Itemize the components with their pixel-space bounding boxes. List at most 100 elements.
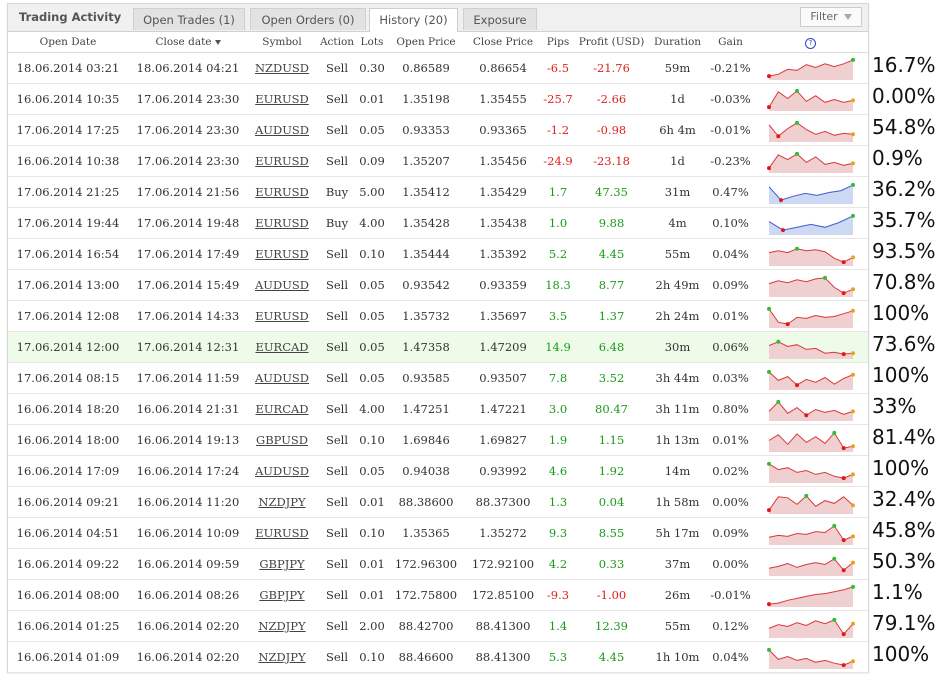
panel-header: Trading Activity Open Trades (1) Open Or… — [8, 4, 868, 32]
symbol-link[interactable]: EURCAD — [255, 340, 308, 354]
col-header-close-date[interactable]: Close date — [128, 32, 248, 53]
close-price-cell: 1.35429 — [466, 176, 540, 208]
gain-cell: 0.09% — [708, 517, 753, 549]
col-header-profit[interactable]: Profit (USD) — [576, 32, 647, 53]
table-row[interactable]: 17.06.2014 16:54 17.06.2014 17:49 EURUSD Se… — [8, 238, 868, 270]
tab-open-trades[interactable]: Open Trades (1) — [133, 8, 245, 30]
symbol-link[interactable]: NZDUSD — [255, 61, 309, 75]
table-row[interactable]: 16.06.2014 09:21 16.06.2014 11:20 NZDJPY Se… — [8, 486, 868, 518]
lots-cell: 0.10 — [358, 517, 386, 549]
close-price-cell: 0.93507 — [466, 362, 540, 394]
pips-cell: 1.9 — [540, 424, 576, 456]
table-row[interactable]: 17.06.2014 21:25 17.06.2014 21:56 EURUSD Bu… — [8, 176, 868, 208]
symbol-link[interactable]: EURCAD — [255, 402, 308, 416]
help-icon[interactable]: ? — [805, 37, 816, 49]
symbol-link[interactable]: NZDJPY — [258, 495, 305, 509]
lots-cell: 0.01 — [358, 548, 386, 580]
tab-history[interactable]: History (20) — [369, 8, 458, 32]
table-row[interactable]: 17.06.2014 17:25 17.06.2014 23:30 AUDUSD Se… — [8, 114, 868, 146]
table-row[interactable]: 16.06.2014 01:25 16.06.2014 02:20 NZDJPY Se… — [8, 610, 868, 642]
symbol-link[interactable]: GBPUSD — [256, 433, 308, 447]
symbol-link[interactable]: EURUSD — [255, 185, 309, 199]
symbol-link[interactable]: AUDUSD — [255, 278, 309, 292]
duration-cell: 30m — [647, 331, 708, 363]
gain-cell: 0.00% — [708, 486, 753, 518]
action-cell: Sell — [316, 424, 358, 456]
open-price-cell: 0.93353 — [386, 114, 466, 146]
percent-label: 16.7% — [872, 53, 936, 77]
sparkline-min-dot — [841, 352, 846, 357]
col-header-symbol[interactable]: Symbol — [248, 32, 316, 53]
symbol-link[interactable]: AUDUSD — [255, 464, 309, 478]
open-price-cell: 88.46600 — [386, 641, 466, 673]
action-cell: Sell — [316, 455, 358, 487]
table-row[interactable]: 16.06.2014 01:09 16.06.2014 02:20 NZDJPY Se… — [8, 641, 868, 673]
tab-exposure[interactable]: Exposure — [463, 8, 537, 30]
open-date-cell: 17.06.2014 12:08 — [8, 300, 128, 332]
table-row[interactable]: 17.06.2014 12:08 17.06.2014 14:33 EURUSD Se… — [8, 300, 868, 332]
symbol-link[interactable]: EURUSD — [255, 247, 309, 261]
close-date-cell: 17.06.2014 14:33 — [128, 300, 248, 332]
duration-cell: 1d — [647, 83, 708, 115]
col-header-duration[interactable]: Duration — [647, 32, 708, 53]
table-row[interactable]: 16.06.2014 10:35 17.06.2014 23:30 EURUSD Se… — [8, 83, 868, 115]
col-header-close-price[interactable]: Close Price — [466, 32, 540, 53]
duration-cell: 2h 49m — [647, 269, 708, 301]
symbol-link[interactable]: AUDUSD — [255, 123, 309, 137]
sparkline-cell — [753, 424, 868, 456]
sparkline-max-dot — [831, 617, 836, 622]
symbol-link[interactable]: GBPJPY — [259, 588, 304, 602]
symbol-link[interactable]: EURUSD — [255, 92, 309, 106]
table-row[interactable]: 17.06.2014 08:15 17.06.2014 11:59 AUDUSD Se… — [8, 362, 868, 394]
sparkline-chart — [766, 584, 855, 607]
open-price-cell: 1.35428 — [386, 207, 466, 239]
table-row[interactable]: 17.06.2014 13:00 17.06.2014 15:49 AUDUSD Se… — [8, 269, 868, 301]
sparkline-end-dot — [850, 444, 855, 449]
symbol-link[interactable]: EURUSD — [255, 154, 309, 168]
close-price-cell: 88.41300 — [466, 641, 540, 673]
table-row[interactable]: 16.06.2014 09:22 16.06.2014 09:59 GBPJPY Se… — [8, 548, 868, 580]
symbol-link[interactable]: NZDJPY — [258, 650, 305, 664]
table-row[interactable]: 16.06.2014 08:00 16.06.2014 08:26 GBPJPY Se… — [8, 579, 868, 611]
tab-open-orders[interactable]: Open Orders (0) — [250, 8, 366, 30]
table-row[interactable]: 16.06.2014 10:38 17.06.2014 23:30 EURUSD Se… — [8, 145, 868, 177]
open-date-cell: 16.06.2014 18:00 — [8, 424, 128, 456]
percent-label: 50.3% — [872, 549, 936, 573]
table-row[interactable]: 16.06.2014 18:20 16.06.2014 21:31 EURCAD Se… — [8, 393, 868, 425]
symbol-link[interactable]: EURUSD — [255, 309, 309, 323]
symbol-link[interactable]: EURUSD — [255, 216, 309, 230]
sparkline-max-dot — [794, 151, 799, 156]
symbol-link[interactable]: GBPJPY — [259, 557, 304, 571]
sparkline-max-dot — [850, 213, 855, 218]
close-price-cell: 1.35438 — [466, 207, 540, 239]
symbol-cell: EURCAD — [248, 393, 316, 425]
table-row[interactable]: 18.06.2014 03:21 18.06.2014 04:21 NZDUSD Se… — [8, 52, 868, 84]
table-row[interactable]: 16.06.2014 18:00 16.06.2014 19:13 GBPUSD Se… — [8, 424, 868, 456]
open-date-cell: 16.06.2014 10:35 — [8, 83, 128, 115]
close-price-cell: 172.92100 — [466, 548, 540, 580]
lots-cell: 0.05 — [358, 269, 386, 301]
table-row[interactable]: 17.06.2014 12:00 17.06.2014 12:31 EURCAD Se… — [8, 331, 868, 363]
filter-dropdown[interactable]: Filter — [800, 7, 862, 27]
symbol-cell: EURUSD — [248, 207, 316, 239]
table-row[interactable]: 17.06.2014 19:44 17.06.2014 19:48 EURUSD Bu… — [8, 207, 868, 239]
col-header-lots[interactable]: Lots — [358, 32, 386, 53]
col-header-help[interactable]: ? — [753, 32, 868, 53]
col-header-open-price[interactable]: Open Price — [386, 32, 466, 53]
col-header-gain[interactable]: Gain — [708, 32, 753, 53]
col-header-action[interactable]: Action — [316, 32, 358, 53]
sparkline-area — [768, 586, 853, 607]
symbol-link[interactable]: NZDJPY — [258, 619, 305, 633]
table-row[interactable]: 16.06.2014 17:09 16.06.2014 17:24 AUDUSD Se… — [8, 455, 868, 487]
lots-cell: 0.05 — [358, 362, 386, 394]
sparkline-cell — [753, 83, 868, 115]
lots-cell: 5.00 — [358, 176, 386, 208]
symbol-link[interactable]: EURUSD — [255, 526, 309, 540]
sparkline-end-dot — [850, 503, 855, 508]
table-row[interactable]: 16.06.2014 04:51 16.06.2014 10:09 EURUSD Se… — [8, 517, 868, 549]
symbol-link[interactable]: AUDUSD — [255, 371, 309, 385]
col-header-open-date[interactable]: Open Date — [8, 32, 128, 53]
symbol-cell: NZDJPY — [248, 610, 316, 642]
col-header-pips[interactable]: Pips — [540, 32, 576, 53]
open-date-cell: 16.06.2014 08:00 — [8, 579, 128, 611]
